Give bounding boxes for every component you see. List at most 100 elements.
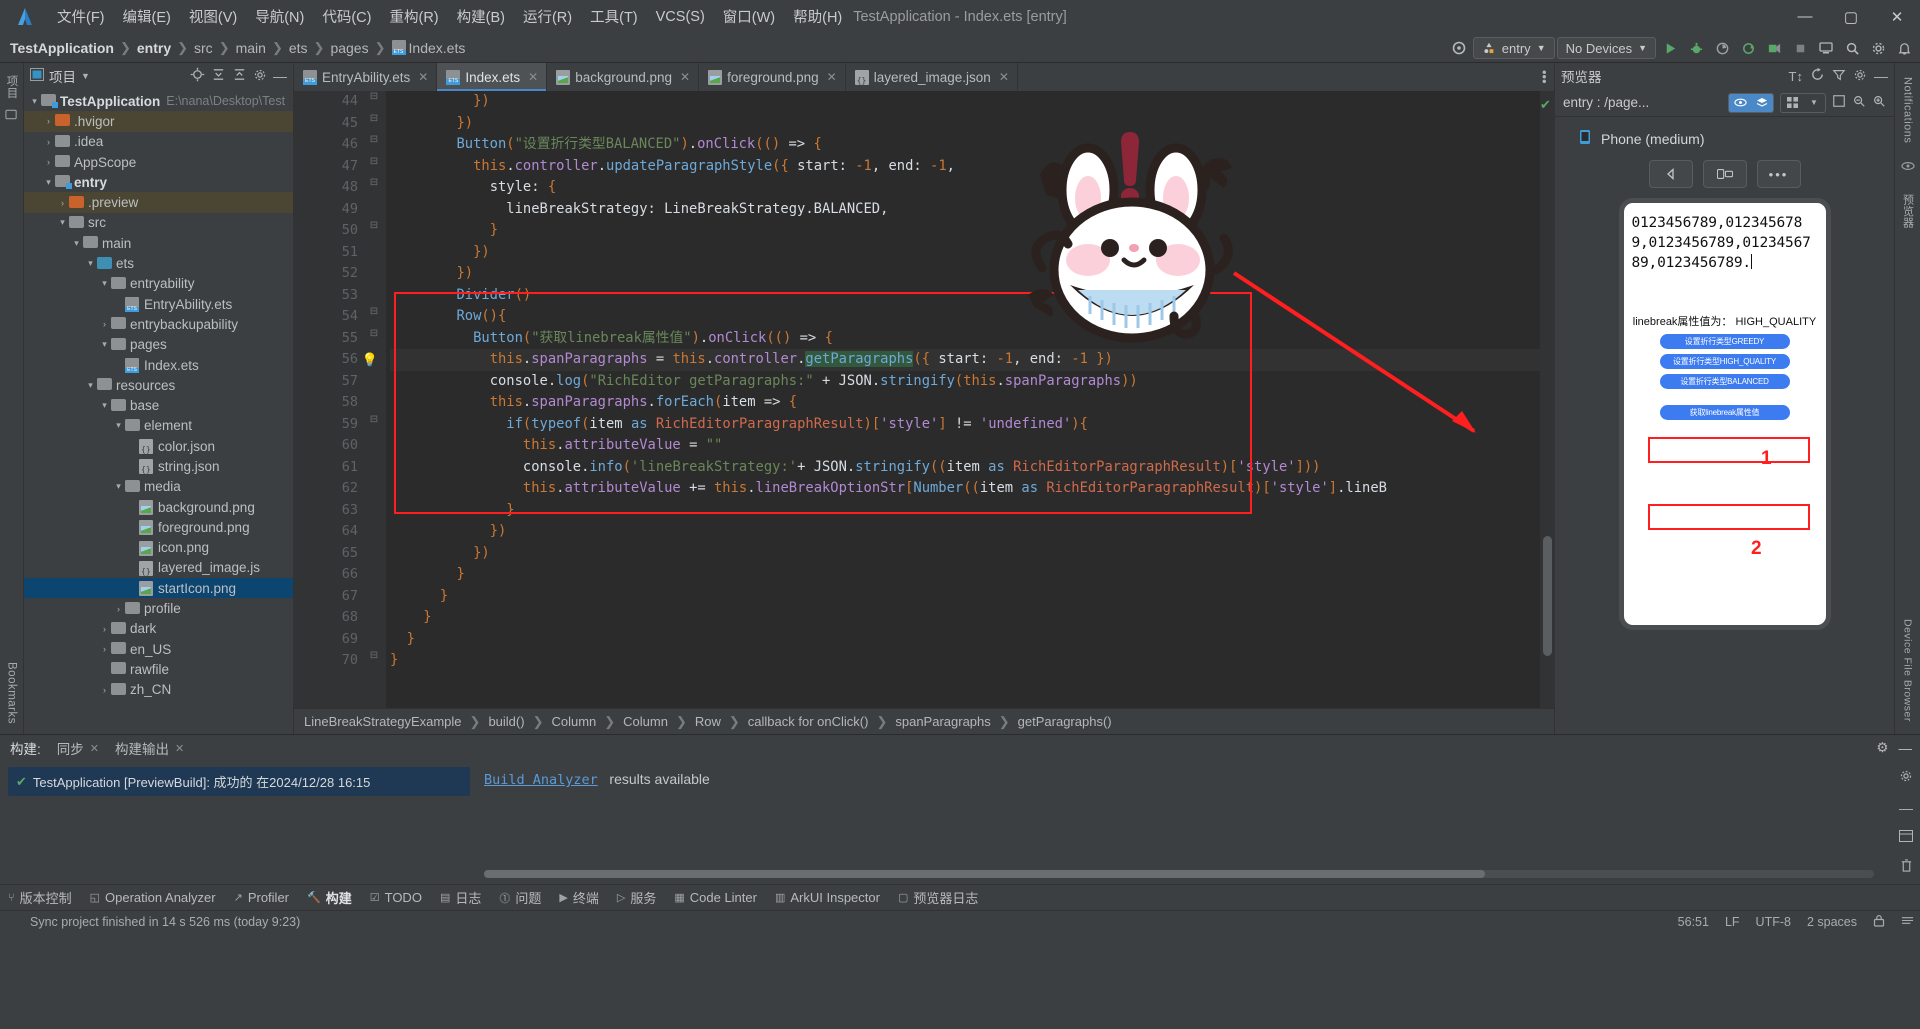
tree-toggle-icon[interactable]: ▾ [112, 481, 125, 492]
preview-page-name[interactable]: entry : /page... [1563, 95, 1649, 110]
structure-icon[interactable] [5, 109, 18, 124]
preview-button-high-quality[interactable]: 设置折行类型HIGH_QUALITY [1659, 354, 1790, 369]
preview-view-toggle[interactable] [1728, 92, 1774, 113]
preview-button-greedy[interactable]: 设置折行类型GREEDY [1659, 334, 1790, 349]
fold-marker-icon[interactable]: ⊟ [368, 306, 380, 317]
trash-icon[interactable] [1900, 859, 1913, 876]
lock-icon[interactable] [1873, 914, 1885, 930]
editor-tabs[interactable]: EntryAbility.ets✕Index.ets✕background.pn… [294, 63, 1554, 91]
tree-toggle-icon[interactable]: › [42, 137, 55, 147]
chevron-down-icon[interactable]: ▼ [1803, 94, 1825, 112]
fold-marker-icon[interactable]: ⊟ [368, 328, 380, 339]
tree-toggle-icon[interactable]: ▾ [84, 380, 97, 391]
fold-marker-icon[interactable]: ⊟ [368, 91, 380, 102]
tree-toggle-icon[interactable]: › [42, 116, 55, 126]
preview-layout-toggle[interactable]: ▼ [1780, 92, 1826, 113]
run-icon[interactable] [1658, 36, 1682, 60]
tree-item-entry[interactable]: ▾ entry [24, 172, 293, 192]
code-line[interactable]: }) [390, 263, 1554, 285]
tree-item-string-json[interactable]: string.json [24, 456, 293, 476]
breadcrumb-pages[interactable]: pages [330, 40, 368, 56]
code-line[interactable]: }) [390, 113, 1554, 135]
preview-button-get-linebreak[interactable]: 获取linebreak属性值 [1659, 405, 1790, 420]
editor-tab-entryability-ets[interactable]: EntryAbility.ets ✕ [294, 63, 438, 91]
fold-marker-icon[interactable]: ⊟ [368, 414, 380, 425]
build-tab-2[interactable]: 构建输出 ✕ [115, 738, 184, 758]
build-tabs[interactable]: 构建: 同步 ✕ 构建输出 ✕ ⚙ — [0, 735, 1920, 761]
close-icon[interactable]: ✕ [418, 70, 428, 84]
device-preview-frame[interactable]: 0123456789,0123456789,0123456789,0123456… [1618, 198, 1831, 630]
fold-marker-icon[interactable]: ⊟ [368, 134, 380, 145]
editor-status-breadcrumb[interactable]: LineBreakStrategyExample ❯ build() ❯ Column ❯… [294, 708, 1554, 734]
tree-toggle-icon[interactable]: › [112, 604, 125, 614]
code-line[interactable]: } [390, 629, 1554, 651]
preview-device-name[interactable]: Phone (medium) [1601, 131, 1705, 147]
menu-code[interactable]: 代码(C) [313, 3, 380, 30]
code-line[interactable]: } [390, 564, 1554, 586]
collapse-all-icon[interactable] [232, 67, 247, 85]
breadcrumb-main[interactable]: main [236, 40, 266, 56]
build-tab-0[interactable]: 构建: [10, 738, 41, 758]
stop-icon[interactable] [1788, 36, 1812, 60]
tree-toggle-icon[interactable]: ▾ [98, 278, 111, 289]
more-vertical-icon[interactable]: ••• [1534, 63, 1554, 91]
tool-window---[interactable]: 🔨 构建 [307, 888, 352, 907]
menu-view[interactable]: 视图(V) [180, 3, 246, 30]
tree-item--hvigor[interactable]: › .hvigor [24, 111, 293, 132]
code-line[interactable]: } [390, 650, 1554, 672]
hide-panel-icon[interactable]: — [1899, 741, 1913, 756]
code-line[interactable]: console.log("RichEditor getParagraphs:" … [390, 371, 1554, 393]
tree-toggle-icon[interactable]: › [42, 157, 55, 167]
tree-toggle-icon[interactable]: › [98, 624, 111, 634]
gear-icon[interactable]: ⚙ [1876, 740, 1888, 756]
code-line[interactable]: } [390, 500, 1554, 522]
bell-icon[interactable] [1892, 36, 1916, 60]
caret-position[interactable]: 56:51 [1678, 915, 1709, 929]
status-breadcrumb-item[interactable]: Column [551, 714, 596, 729]
code-line[interactable]: Divider() [390, 285, 1554, 307]
hide-panel-icon[interactable]: — [1899, 800, 1913, 816]
tool-window------[interactable]: ▢ 预览器日志 [898, 888, 978, 907]
menu-edit[interactable]: 编辑(E) [114, 3, 180, 30]
profile-icon[interactable] [1710, 36, 1734, 60]
tree-item-en-us[interactable]: › en_US [24, 639, 293, 659]
code-line[interactable]: Button("获取linebreak属性值").onClick(() => { [390, 328, 1554, 350]
tree-item-index-ets[interactable]: Index.ets [24, 355, 293, 375]
fold-marker-icon[interactable]: ⊟ [368, 156, 380, 167]
sidebar-item-previewer[interactable]: 预览器 [1900, 194, 1916, 229]
tool-window---[interactable]: ⓵ 问题 [499, 888, 541, 907]
search-icon[interactable] [1840, 36, 1864, 60]
tree-toggle-icon[interactable]: ▾ [112, 420, 125, 431]
menu-file[interactable]: 文件(F) [48, 3, 114, 30]
tool-window---[interactable]: ▤ 日志 [440, 888, 481, 907]
build-tab-1[interactable]: 同步 ✕ [57, 738, 99, 758]
tool-window-----[interactable]: ⑂ 版本控制 [8, 888, 72, 907]
menu-window[interactable]: 窗口(W) [714, 3, 784, 30]
close-icon[interactable]: ✕ [175, 742, 184, 755]
status-breadcrumb-item[interactable]: build() [488, 714, 524, 729]
status-breadcrumb-item[interactable]: Row [695, 714, 721, 729]
editor-tab-index-ets[interactable]: Index.ets ✕ [437, 63, 548, 91]
device-selector[interactable]: No Devices ▼ [1556, 37, 1656, 59]
expand-all-icon[interactable] [211, 67, 226, 85]
menu-run[interactable]: 运行(R) [514, 3, 581, 30]
gear-icon[interactable] [1899, 769, 1913, 786]
tree-item-pages[interactable]: ▾ pages [24, 335, 293, 355]
attach-icon[interactable] [1762, 36, 1786, 60]
fold-marker-icon[interactable]: ⊟ [368, 177, 380, 188]
code-line[interactable]: if(typeof(item as RichEditorParagraphRes… [390, 414, 1554, 436]
file-encoding[interactable]: UTF-8 [1756, 915, 1791, 929]
debug-icon[interactable] [1684, 36, 1708, 60]
build-output-scrollbar[interactable] [484, 870, 1874, 878]
menu-navigate[interactable]: 导航(N) [246, 3, 313, 30]
rotate-icon[interactable] [1702, 160, 1747, 188]
gear-icon[interactable] [1866, 36, 1890, 60]
tree-item-appscope[interactable]: › AppScope [24, 152, 293, 172]
more-icon[interactable]: ••• [1756, 160, 1801, 188]
code-line[interactable]: } [390, 586, 1554, 608]
tree-item-entryability-ets[interactable]: EntryAbility.ets [24, 294, 293, 314]
breadcrumb-module[interactable]: entry [137, 40, 171, 56]
tree-item-ets[interactable]: ▾ ets [24, 253, 293, 273]
menu-refactor[interactable]: 重构(R) [380, 3, 447, 30]
tree-item--preview[interactable]: › .preview [24, 192, 293, 213]
